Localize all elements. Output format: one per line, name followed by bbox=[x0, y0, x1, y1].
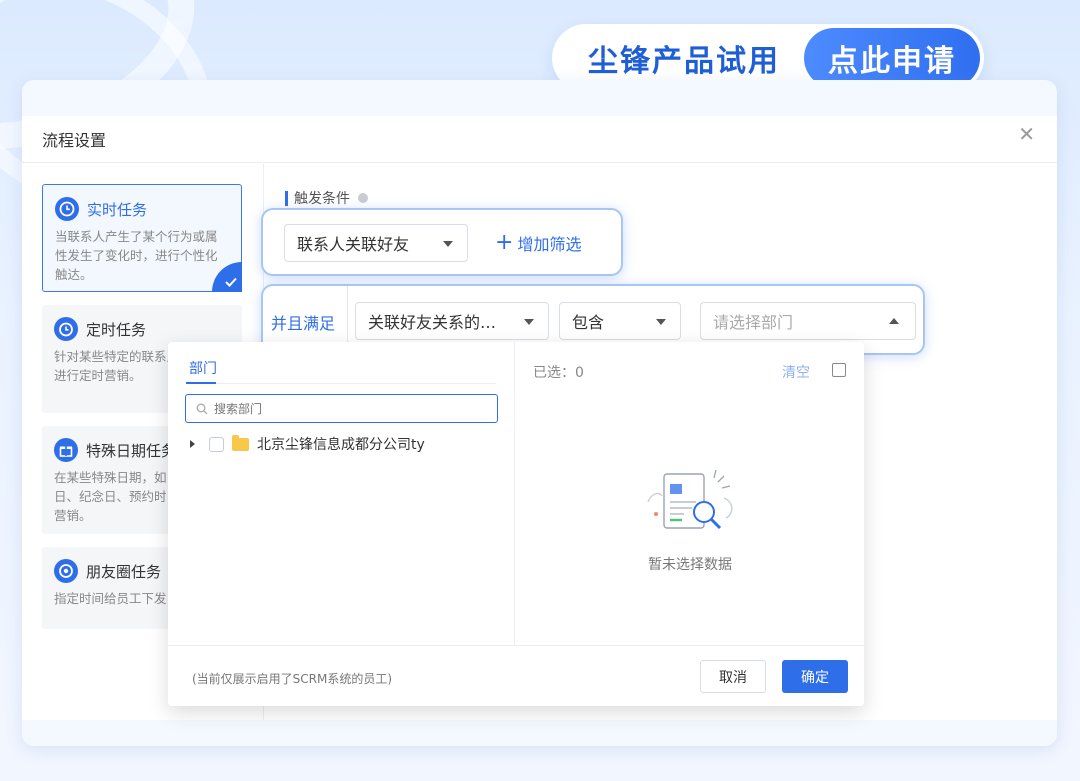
apply-button[interactable]: 点此申请 bbox=[804, 28, 980, 88]
add-filter-label: 增加筛选 bbox=[517, 235, 582, 254]
condition-operator-value: 包含 bbox=[572, 313, 605, 332]
task-card-realtime[interactable]: 实时任务 当联系人产生了某个行为或属 性发生了变化时，进行个性化 触达。 bbox=[42, 184, 242, 292]
task-title: 实时任务 bbox=[55, 197, 229, 221]
department-select[interactable]: 请选择部门 bbox=[700, 302, 916, 340]
department-tree-panel: 部门 北京尘锋信息成都分公司ty bbox=[168, 342, 515, 645]
trigger-select[interactable]: 联系人关联好友 bbox=[284, 224, 468, 262]
task-description: 当联系人产生了某个行为或属 性发生了变化时，进行个性化 触达。 bbox=[55, 229, 218, 282]
empty-state-text: 暂未选择数据 bbox=[648, 557, 732, 573]
task-title-label: 定时任务 bbox=[86, 320, 147, 339]
clear-button[interactable]: 清空 bbox=[782, 362, 810, 382]
cancel-button[interactable]: 取消 bbox=[700, 660, 766, 693]
department-search[interactable] bbox=[185, 394, 498, 423]
selected-panel: 已选：0 清空 暂未选择数据 bbox=[516, 342, 864, 645]
empty-state-illustration-icon bbox=[647, 469, 733, 530]
dropdown-footer: (当前仅展示启用了SCRM系统的员工) 取消 确定 bbox=[168, 645, 864, 706]
task-title-label: 实时任务 bbox=[87, 200, 148, 219]
chevron-down-icon bbox=[443, 241, 453, 247]
gift-icon bbox=[54, 438, 78, 462]
folder-icon bbox=[232, 434, 249, 451]
department-picker-dropdown: 部门 北京尘锋信息成都分公司ty 已选：0 清空 bbox=[168, 342, 864, 706]
clock-icon bbox=[55, 197, 79, 221]
tree-item-checkbox[interactable] bbox=[209, 436, 224, 452]
tab-divider bbox=[186, 383, 496, 384]
trigger-highlight-box: 联系人关联好友 + 增加筛选 bbox=[261, 208, 623, 276]
logic-label[interactable]: 并且满足 bbox=[271, 310, 335, 334]
confirm-button[interactable]: 确定 bbox=[782, 660, 848, 693]
selected-count: 已选：0 bbox=[533, 365, 584, 381]
caret-right-icon[interactable] bbox=[190, 440, 195, 448]
trigger-condition-text: 触发条件 bbox=[294, 191, 350, 207]
banner-title: 尘锋产品试用 bbox=[588, 44, 780, 79]
expand-icon[interactable] bbox=[832, 363, 846, 377]
department-search-input[interactable] bbox=[214, 401, 474, 416]
tree-item-label: 北京尘锋信息成都分公司ty bbox=[257, 437, 425, 453]
footer-note: (当前仅展示启用了SCRM系统的员工) bbox=[192, 672, 393, 686]
tab-department[interactable]: 部门 bbox=[189, 358, 217, 378]
dialog-header: 流程设置 bbox=[22, 116, 1057, 163]
search-icon bbox=[196, 403, 208, 414]
info-icon[interactable] bbox=[358, 193, 368, 203]
task-title: 定时任务 bbox=[54, 317, 230, 341]
department-select-placeholder: 请选择部门 bbox=[713, 313, 794, 332]
trigger-condition-label: 触发条件 bbox=[285, 188, 368, 208]
alarm-clock-icon bbox=[54, 317, 78, 341]
tree-item[interactable]: 北京尘锋信息成都分公司ty bbox=[190, 434, 425, 454]
section-bar bbox=[285, 190, 288, 206]
chevron-up-icon bbox=[889, 318, 899, 324]
condition-field-value: 关联好友关系的… bbox=[368, 313, 497, 332]
condition-field-select[interactable]: 关联好友关系的… bbox=[355, 302, 549, 340]
chevron-down-icon bbox=[656, 319, 666, 325]
task-title-label: 特殊日期任务 bbox=[86, 441, 177, 460]
add-filter-button[interactable]: + 增加筛选 bbox=[495, 231, 581, 255]
close-icon[interactable]: ✕ bbox=[1018, 122, 1035, 146]
condition-operator-select[interactable]: 包含 bbox=[559, 302, 681, 340]
chevron-down-icon bbox=[524, 319, 534, 325]
trigger-select-value: 联系人关联好友 bbox=[297, 235, 410, 254]
camera-shutter-icon bbox=[54, 559, 78, 583]
dialog-title: 流程设置 bbox=[42, 131, 107, 150]
task-title-label: 朋友圈任务 bbox=[86, 562, 162, 581]
plus-icon: + bbox=[495, 230, 514, 255]
tab-active-indicator bbox=[186, 382, 216, 384]
